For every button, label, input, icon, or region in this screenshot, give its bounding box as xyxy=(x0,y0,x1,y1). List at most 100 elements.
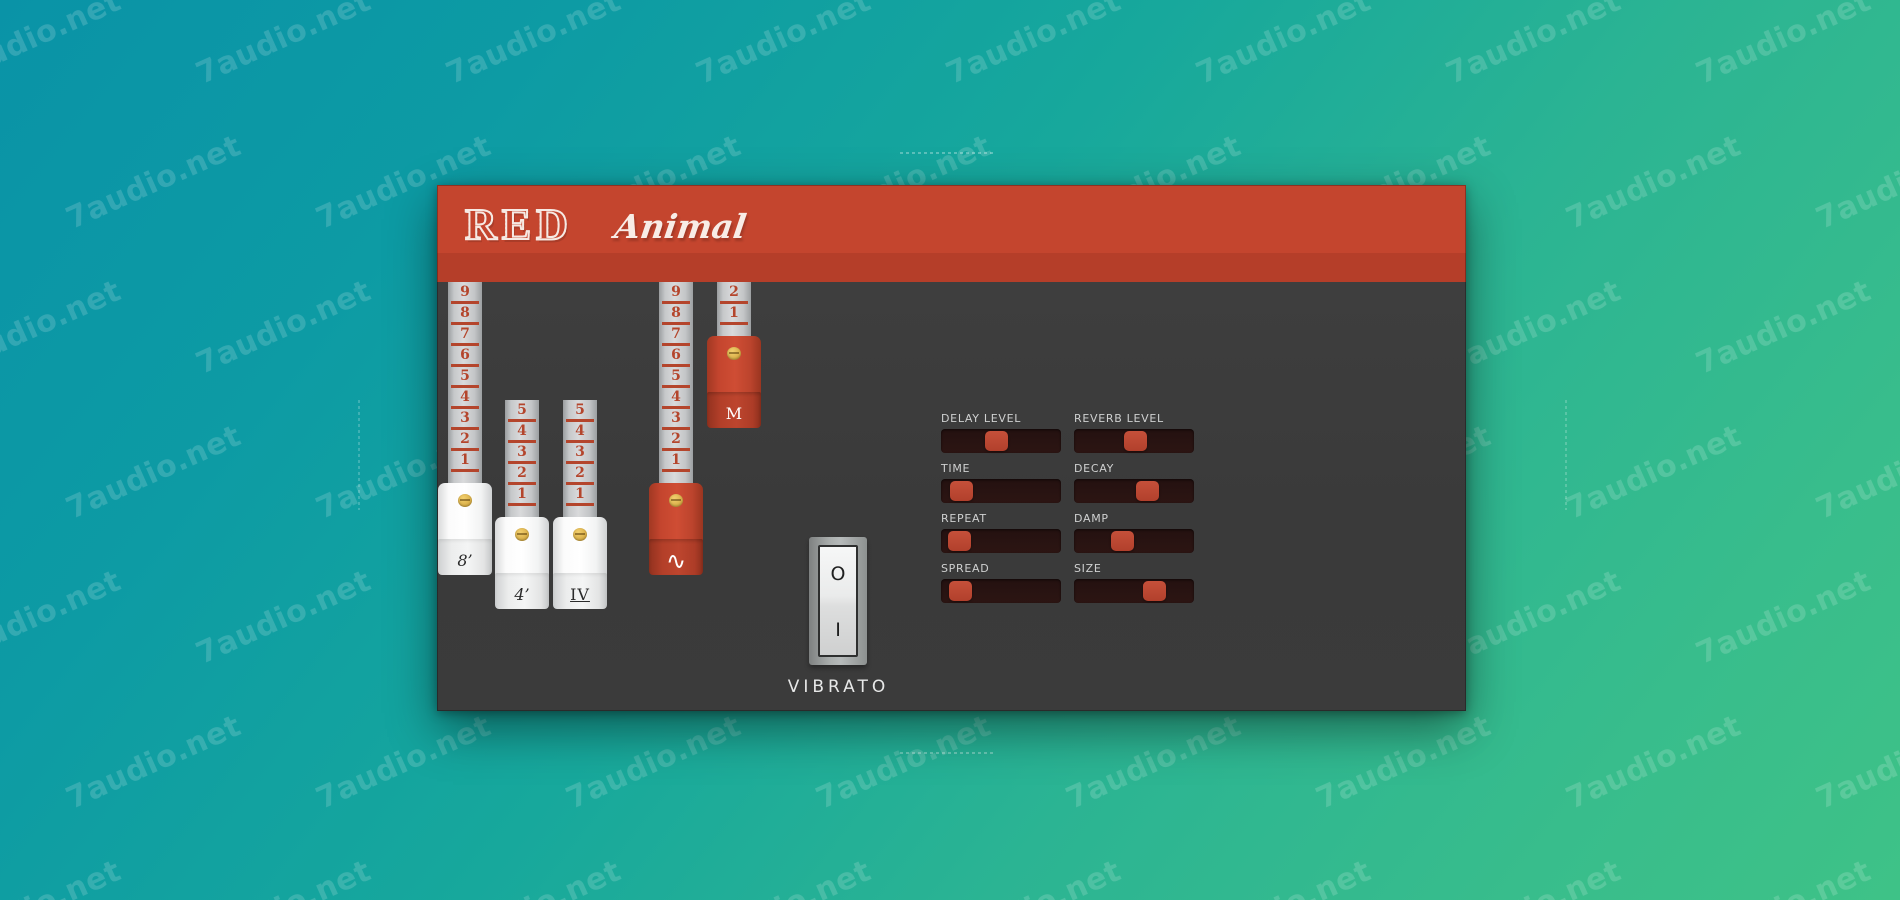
watermark-text: 7audio.net xyxy=(1690,0,1877,92)
watermark-text: 7audio.net xyxy=(1691,853,1876,900)
effect-slider[interactable] xyxy=(941,529,1061,553)
drawbar-tick-number: 2 xyxy=(575,465,585,481)
drawbar-tick-number: 9 xyxy=(460,284,470,300)
drawbar-tick-line xyxy=(566,482,594,485)
watermark-text: 7audio.net xyxy=(1810,418,1900,527)
drawbar-tick-number: 4 xyxy=(575,423,585,439)
drawbar-tick-line xyxy=(451,427,479,430)
effect-slider-thumb[interactable] xyxy=(1124,431,1148,451)
effect-label: REVERB LEVEL xyxy=(1074,412,1164,425)
effect-control: SIZE xyxy=(1074,562,1194,603)
vibrato-switch[interactable]: O I xyxy=(809,537,867,665)
effect-slider[interactable] xyxy=(1074,529,1194,553)
vibrato-title: VIBRATO xyxy=(787,677,890,697)
drawbar-label: ∿ xyxy=(665,547,687,575)
watermark-text: 7audio.net xyxy=(1060,708,1247,817)
effect-slider-thumb[interactable] xyxy=(1135,481,1159,501)
effect-slider-thumb[interactable] xyxy=(948,581,972,601)
drawbar-stem: 21 xyxy=(717,282,751,336)
drawbar-tick-line xyxy=(662,364,690,367)
drawbar-tick-number: 3 xyxy=(671,410,681,426)
brand-name-red: RED xyxy=(464,199,573,250)
effect-slider-thumb[interactable] xyxy=(1142,581,1166,601)
drawbar-screw-icon xyxy=(669,494,683,507)
watermark-text: 7audio.net xyxy=(0,0,127,92)
drawbar-stem: 9 8 7 6 5 4 3 2 1 xyxy=(448,282,482,483)
effect-label: REPEAT xyxy=(941,512,987,525)
plugin-body: 98765432116’9876543218’543214’54321IV987… xyxy=(437,282,1466,711)
effect-slider[interactable] xyxy=(941,429,1061,453)
watermark-text: 7audio.net xyxy=(1191,853,1376,900)
drawbar-handle-top xyxy=(553,517,607,577)
effect-label: SPREAD xyxy=(941,562,990,575)
vibrato-rocker[interactable]: O I xyxy=(818,545,858,657)
effect-slider[interactable] xyxy=(941,579,1061,603)
drawbar-tick-number: 7 xyxy=(671,326,681,342)
drawbar-tick-line xyxy=(451,385,479,388)
drawbar-tick-line xyxy=(720,322,748,325)
effect-slider[interactable] xyxy=(1074,479,1194,503)
drawbar-screw-icon xyxy=(515,528,529,541)
drawbar-tick-line xyxy=(566,461,594,464)
drawbar-handle-top xyxy=(707,336,761,396)
watermark-text: 7audio.net xyxy=(1310,708,1497,817)
drawbar-handle[interactable]: M xyxy=(707,336,761,428)
effect-slider[interactable] xyxy=(1074,579,1194,603)
drawbar-screw-icon xyxy=(458,494,472,507)
watermark-text: 7audio.net xyxy=(1190,0,1377,92)
drawbar-tick-number: 4 xyxy=(671,389,681,405)
drawbar-tick-line xyxy=(662,406,690,409)
guide-line-top xyxy=(900,152,995,154)
drawbar-tick-line xyxy=(662,427,690,430)
effect-slider[interactable] xyxy=(941,479,1061,503)
drawbar-tick-line xyxy=(508,440,536,443)
header-bottom-row xyxy=(437,253,1466,282)
watermark-text: 7audio.net xyxy=(60,418,247,527)
effect-label: SIZE xyxy=(1074,562,1102,575)
drawbar-handle[interactable]: 8’ xyxy=(438,483,492,575)
drawbar-tick-line xyxy=(451,406,479,409)
watermark-text: 7audio.net xyxy=(1440,273,1627,382)
watermark-text: 7audio.net xyxy=(941,853,1126,900)
drawbar-tick-number: 5 xyxy=(671,368,681,384)
drawbar-handle[interactable]: ∿ xyxy=(649,483,703,575)
brand-logo: RED Animal xyxy=(464,195,765,250)
effect-control: DELAY LEVEL xyxy=(941,412,1061,453)
drawbar-tick-number: 1 xyxy=(575,486,585,502)
effect-control: REVERB LEVEL xyxy=(1074,412,1194,453)
drawbar-handle[interactable]: 4’ xyxy=(495,517,549,609)
drawbar-tick-number: 1 xyxy=(460,452,470,468)
watermark-text: 7audio.net xyxy=(190,563,377,672)
effect-slider-thumb[interactable] xyxy=(1111,531,1135,551)
drawbar-tick-line xyxy=(508,503,536,506)
drawbar-handle-top xyxy=(438,483,492,543)
drawbar-tick-number: 3 xyxy=(517,444,527,460)
drawbar-tick-number: 9 xyxy=(671,284,681,300)
watermark-text: 7audio.net xyxy=(60,708,247,817)
vibrato-off-label: O xyxy=(830,563,846,585)
drawbar-tick-number: 5 xyxy=(575,402,585,418)
drawbar-tick-number: 4 xyxy=(460,389,470,405)
watermark-text: 7audio.net xyxy=(1810,708,1900,817)
drawbar-tick-number: 3 xyxy=(460,410,470,426)
drawbar-tick-number: 8 xyxy=(460,305,470,321)
effect-slider-thumb[interactable] xyxy=(947,531,971,551)
guide-line-left xyxy=(358,400,360,510)
drawbar-label: IV xyxy=(570,585,590,604)
drawbar-tick-line xyxy=(508,419,536,422)
effect-slider-thumb[interactable] xyxy=(984,431,1008,451)
drawbar-stem: 9 8 7 6 5 4 3 2 1 xyxy=(659,282,693,483)
effect-slider-thumb[interactable] xyxy=(949,481,973,501)
drawbar-tick-number: 8 xyxy=(671,305,681,321)
watermark-text: 7audio.net xyxy=(560,708,747,817)
drawbar-label: 4’ xyxy=(514,585,530,604)
effect-slider[interactable] xyxy=(1074,429,1194,453)
drawbar-tick-number: 2 xyxy=(671,431,681,447)
drawbar-tick-line xyxy=(720,301,748,304)
watermark-text: 7audio.net xyxy=(1440,563,1627,672)
drawbar-tick-line xyxy=(451,469,479,472)
drawbar-handle[interactable]: IV xyxy=(553,517,607,609)
drawbar-tick-line xyxy=(451,448,479,451)
drawbar-stem: 5 4 3 2 1 xyxy=(563,400,597,517)
drawbar-tick-line xyxy=(662,448,690,451)
